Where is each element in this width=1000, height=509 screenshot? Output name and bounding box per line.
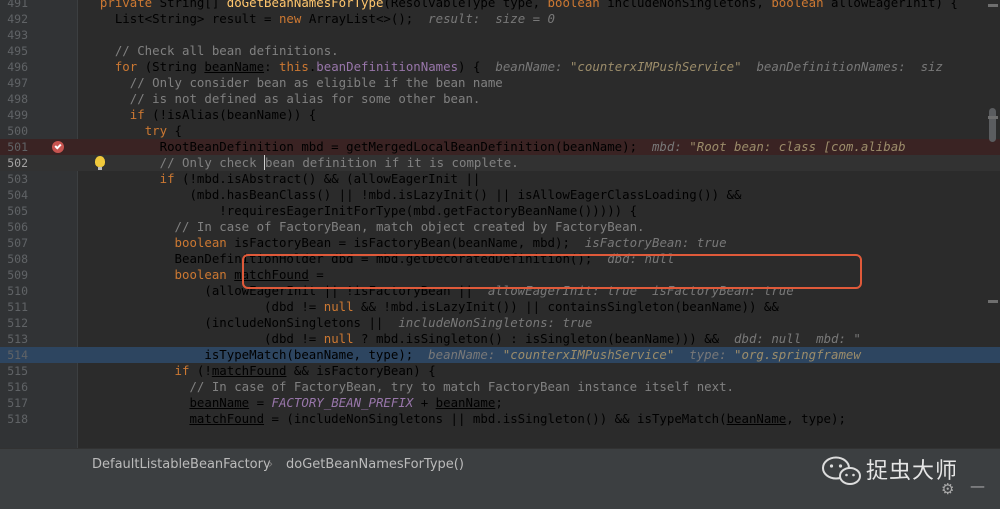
- code-line[interactable]: 491 private String[] doGetBeanNamesForTy…: [0, 0, 1000, 11]
- code-line[interactable]: 511 (dbd != null && !mbd.isLazyInit()) |…: [0, 299, 1000, 315]
- code-text[interactable]: (dbd != null ? mbd.isSingleton() : isSin…: [85, 331, 861, 347]
- scroll-marker: [988, 300, 998, 303]
- line-number[interactable]: 502: [0, 155, 28, 171]
- breadcrumb-separator-icon: ›: [268, 457, 274, 472]
- code-line[interactable]: 513 (dbd != null ? mbd.isSingleton() : i…: [0, 331, 1000, 347]
- line-number[interactable]: 508: [0, 251, 28, 267]
- code-line[interactable]: 507 boolean isFactoryBean = isFactoryBea…: [0, 235, 1000, 251]
- code-text[interactable]: // In case of FactoryBean, try to match …: [85, 379, 734, 395]
- code-text[interactable]: if (!isAlias(beanName)) {: [85, 107, 317, 123]
- line-number[interactable]: 518: [0, 411, 28, 427]
- code-text[interactable]: beanName = FACTORY_BEAN_PREFIX + beanNam…: [85, 395, 502, 411]
- wechat-icon: [822, 456, 861, 485]
- code-line[interactable]: 501 RootBeanDefinition mbd = getMergedLo…: [0, 139, 1000, 155]
- line-number[interactable]: 497: [0, 75, 28, 91]
- line-number[interactable]: 492: [0, 11, 28, 27]
- code-line[interactable]: 497 // Only consider bean as eligible if…: [0, 75, 1000, 91]
- code-line[interactable]: 515 if (!matchFound && isFactoryBean) {: [0, 363, 1000, 379]
- code-text[interactable]: isTypeMatch(beanName, type); beanName: "…: [85, 347, 861, 363]
- code-line[interactable]: 504 (mbd.hasBeanClass() || !mbd.isLazyIn…: [0, 187, 1000, 203]
- code-text[interactable]: try {: [85, 123, 182, 139]
- code-text[interactable]: RootBeanDefinition mbd = getMergedLocalB…: [85, 139, 906, 155]
- line-number[interactable]: 498: [0, 91, 28, 107]
- code-text[interactable]: boolean isFactoryBean = isFactoryBean(be…: [85, 235, 727, 251]
- line-number[interactable]: 509: [0, 267, 28, 283]
- code-text[interactable]: if (!mbd.isAbstract() && (allowEagerInit…: [85, 171, 481, 187]
- line-number[interactable]: 513: [0, 331, 28, 347]
- code-text[interactable]: // Only check bean definition if it is c…: [85, 155, 519, 171]
- code-line[interactable]: 518 matchFound = (includeNonSingletons |…: [0, 411, 1000, 427]
- line-number[interactable]: 499: [0, 107, 28, 123]
- line-number[interactable]: 516: [0, 379, 28, 395]
- code-text[interactable]: // In case of FactoryBean, match object …: [85, 219, 645, 235]
- line-number[interactable]: 500: [0, 123, 28, 139]
- line-number[interactable]: 511: [0, 299, 28, 315]
- vertical-scrollbar[interactable]: [986, 0, 1000, 448]
- breadcrumb-bar: DefaultListableBeanFactory › doGetBeanNa…: [0, 448, 1000, 509]
- line-number[interactable]: 491: [0, 0, 28, 11]
- code-line[interactable]: 500 try {: [0, 123, 1000, 139]
- code-line[interactable]: 502 // Only check bean definition if it …: [0, 155, 1000, 171]
- code-line[interactable]: 517 beanName = FACTORY_BEAN_PREFIX + bea…: [0, 395, 1000, 411]
- annotation-highlight-box: [242, 254, 862, 289]
- minimize-icon[interactable]: —: [970, 477, 985, 495]
- code-line[interactable]: 499 if (!isAlias(beanName)) {: [0, 107, 1000, 123]
- line-number[interactable]: 504: [0, 187, 28, 203]
- code-line[interactable]: 498 // is not defined as alias for some …: [0, 91, 1000, 107]
- code-line[interactable]: 506 // In case of FactoryBean, match obj…: [0, 219, 1000, 235]
- breakpoint-icon[interactable]: [52, 141, 64, 153]
- code-line[interactable]: 514 isTypeMatch(beanName, type); beanNam…: [0, 347, 1000, 363]
- line-number[interactable]: 507: [0, 235, 28, 251]
- line-number[interactable]: 501: [0, 139, 28, 155]
- code-line[interactable]: 493: [0, 27, 1000, 43]
- code-line[interactable]: 503 if (!mbd.isAbstract() && (allowEager…: [0, 171, 1000, 187]
- line-number[interactable]: 505: [0, 203, 28, 219]
- line-number[interactable]: 514: [0, 347, 28, 363]
- code-line[interactable]: 516 // In case of FactoryBean, try to ma…: [0, 379, 1000, 395]
- breadcrumb-class[interactable]: DefaultListableBeanFactory: [92, 457, 271, 472]
- line-number[interactable]: 510: [0, 283, 28, 299]
- line-number[interactable]: 506: [0, 219, 28, 235]
- code-line[interactable]: 505 !requiresEagerInitForType(mbd.getFac…: [0, 203, 1000, 219]
- code-text[interactable]: (includeNonSingletons || includeNonSingl…: [85, 315, 592, 331]
- line-number[interactable]: 495: [0, 43, 28, 59]
- code-text[interactable]: for (String beanName: this.beanDefinitio…: [85, 59, 943, 75]
- code-editor[interactable]: 491 private String[] doGetBeanNamesForTy…: [0, 0, 1000, 448]
- breadcrumb-method[interactable]: doGetBeanNamesForType(): [286, 457, 464, 472]
- scroll-marker: [988, 116, 998, 119]
- code-line[interactable]: 492 List<String> result = new ArrayList<…: [0, 11, 1000, 27]
- code-line[interactable]: 495 // Check all bean definitions.: [0, 43, 1000, 59]
- line-number[interactable]: 503: [0, 171, 28, 187]
- code-line[interactable]: 512 (includeNonSingletons || includeNonS…: [0, 315, 1000, 331]
- line-number[interactable]: 512: [0, 315, 28, 331]
- scroll-thumb[interactable]: [989, 108, 996, 142]
- code-line[interactable]: 496 for (String beanName: this.beanDefin…: [0, 59, 1000, 75]
- code-text[interactable]: (dbd != null && !mbd.isLazyInit()) || co…: [85, 299, 779, 315]
- code-text[interactable]: // is not defined as alias for some othe…: [85, 91, 481, 107]
- gear-icon[interactable]: ⚙: [941, 480, 954, 498]
- code-text[interactable]: !requiresEagerInitForType(mbd.getFactory…: [85, 203, 637, 219]
- code-text[interactable]: (mbd.hasBeanClass() || !mbd.isLazyInit()…: [85, 187, 741, 203]
- code-text[interactable]: matchFound = (includeNonSingletons || mb…: [85, 411, 846, 427]
- scroll-marker: [988, 4, 998, 7]
- code-text[interactable]: // Only consider bean as eligible if the…: [85, 75, 503, 91]
- line-number[interactable]: 517: [0, 395, 28, 411]
- line-number[interactable]: 515: [0, 363, 28, 379]
- code-text[interactable]: // Check all bean definitions.: [85, 43, 339, 59]
- code-text[interactable]: List<String> result = new ArrayList<>();…: [85, 11, 555, 27]
- line-number[interactable]: 493: [0, 27, 28, 43]
- line-number[interactable]: 496: [0, 59, 28, 75]
- code-text[interactable]: private String[] doGetBeanNamesForType(R…: [85, 0, 958, 11]
- code-text[interactable]: if (!matchFound && isFactoryBean) {: [85, 363, 436, 379]
